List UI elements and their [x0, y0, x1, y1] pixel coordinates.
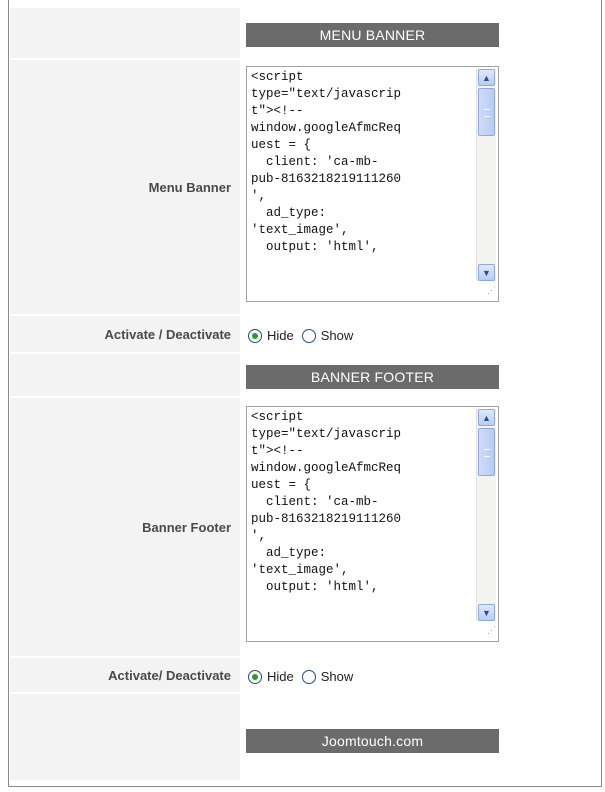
footer-activate-label: Activate/ Deactivate — [10, 658, 240, 692]
scroll-up-icon[interactable]: ▲ — [478, 69, 495, 86]
banner-footer-scrollbar[interactable]: ▲ ▼ — [476, 409, 496, 621]
menu-banner-code-textarea[interactable]: <script type="text/javascrip t"><!-- win… — [246, 66, 499, 302]
menu-activate-radio-group: Hide Show — [248, 328, 361, 343]
bottom-label-cell — [10, 694, 240, 780]
footer-hide-radio[interactable] — [248, 669, 262, 684]
menu-show-label: Show — [320, 328, 354, 343]
scroll-thumb[interactable] — [478, 428, 495, 476]
menu-show-radio[interactable] — [301, 328, 316, 343]
menu-hide-radio[interactable] — [248, 328, 262, 343]
banner-footer-label: Banner Footer — [10, 398, 240, 656]
banner-footer-header: BANNER FOOTER — [246, 365, 499, 389]
resize-grip-icon[interactable]: ⋰ — [484, 286, 496, 299]
menu-banner-label: Menu Banner — [10, 60, 240, 314]
menu-header-label-cell — [10, 8, 240, 58]
menu-banner-code: <script type="text/javascrip t"><!-- win… — [251, 70, 402, 254]
footer-activate-radio-group: Hide Show — [248, 669, 361, 684]
footer-hide-label: Hide — [267, 669, 294, 684]
scroll-thumb[interactable] — [478, 88, 495, 136]
menu-banner-scrollbar[interactable]: ▲ ▼ — [476, 69, 496, 281]
resize-grip-icon[interactable]: ⋰ — [484, 626, 496, 639]
scroll-up-icon[interactable]: ▲ — [478, 409, 495, 426]
menu-banner-header: MENU BANNER — [246, 23, 499, 47]
banner-footer-code: <script type="text/javascrip t"><!-- win… — [251, 410, 402, 594]
banner-footer-code-textarea[interactable]: <script type="text/javascrip t"><!-- win… — [246, 406, 499, 642]
scroll-down-icon[interactable]: ▼ — [478, 604, 495, 621]
footer-show-label: Show — [320, 669, 354, 684]
menu-activate-label: Activate / Deactivate — [10, 316, 240, 352]
footer-show-radio[interactable] — [301, 669, 316, 684]
menu-hide-label: Hide — [267, 328, 294, 343]
joomtouch-footer-bar: Joomtouch.com — [246, 729, 499, 753]
footer-header-label-cell — [10, 354, 240, 396]
scroll-down-icon[interactable]: ▼ — [478, 264, 495, 281]
